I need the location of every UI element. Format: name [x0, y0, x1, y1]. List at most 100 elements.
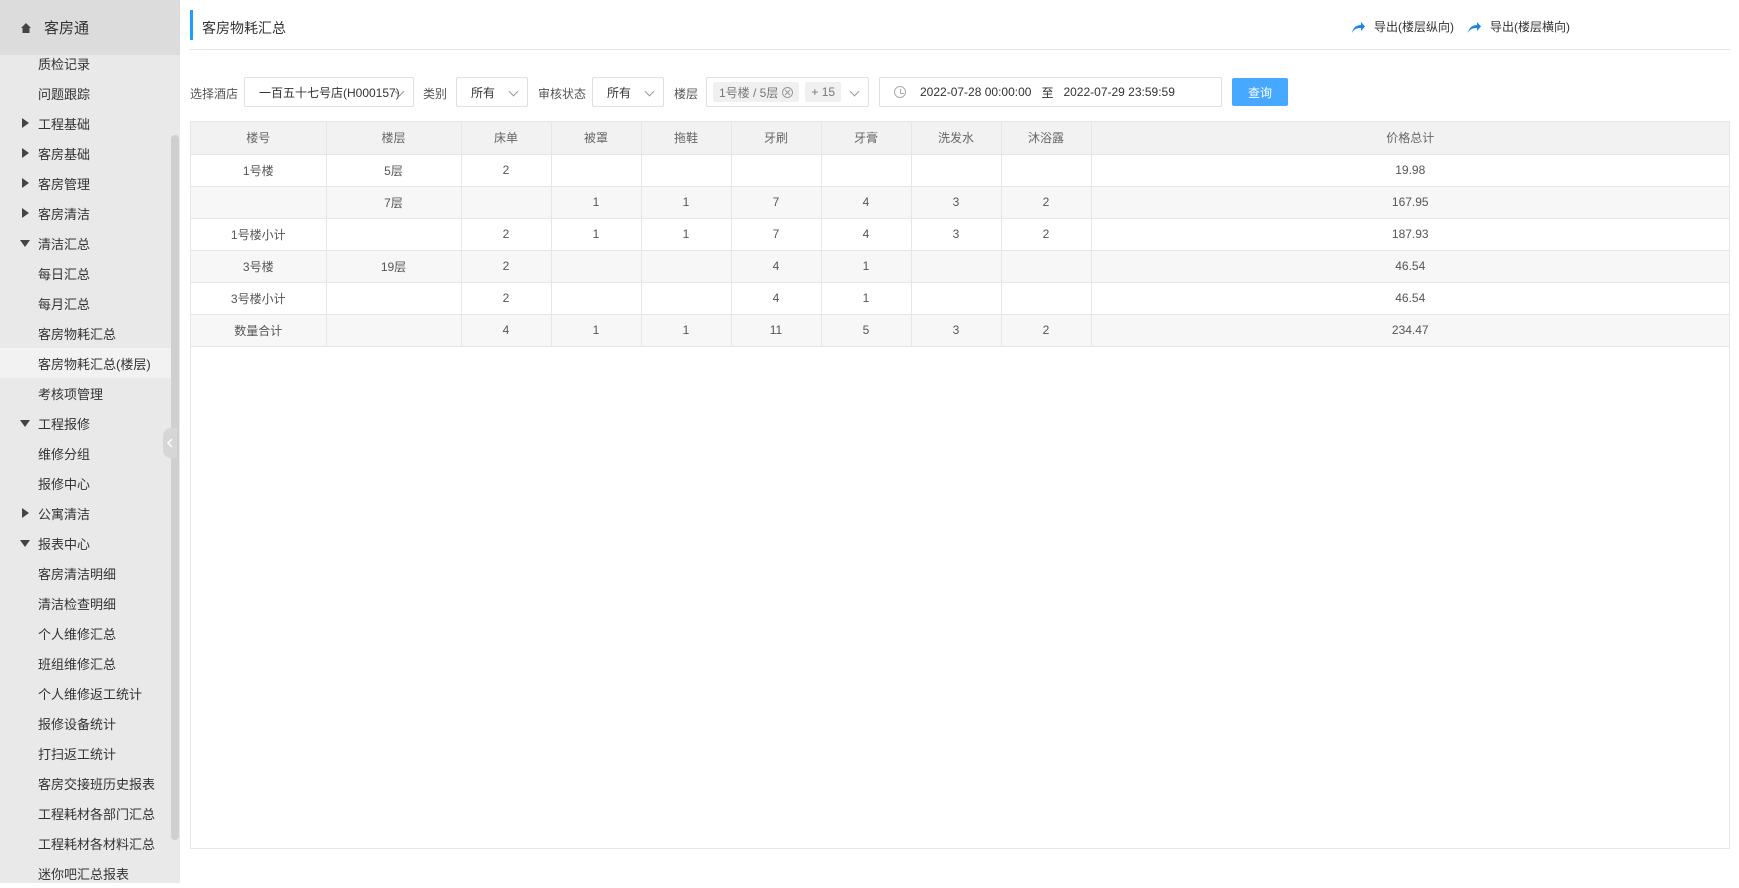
sidebar-item-label: 工程耗材各材料汇总: [38, 836, 156, 852]
table-cell: [191, 186, 327, 219]
table-cell: [821, 154, 912, 187]
table-cell: [641, 282, 732, 315]
table-cell: 3: [911, 314, 1002, 347]
date-end[interactable]: 2022-07-29 23:59:59: [1063, 85, 1174, 99]
column-header[interactable]: 价格总计: [1091, 122, 1729, 155]
page-header: 客房物耗汇总 导出(楼层纵向) 导出(楼层横向): [190, 10, 1730, 50]
export-horizontal-button[interactable]: 导出(楼层横向): [1466, 18, 1570, 35]
sidebar-item[interactable]: 客房物耗汇总(楼层): [0, 348, 172, 378]
sidebar-header[interactable]: 客房通: [0, 0, 180, 55]
sidebar-menu: 质检记录 问题跟踪 工程基础 客房基础 客房管理 客房清洁 清洁汇总 每日汇总 每月汇总 客房物耗…: [0, 48, 172, 888]
column-header[interactable]: 牙刷: [731, 122, 822, 155]
column-header[interactable]: 牙膏: [821, 122, 912, 155]
table-cell: 19.98: [1091, 154, 1729, 187]
table-cell: [911, 250, 1002, 283]
date-range-picker[interactable]: 2022-07-28 00:00:00 至 2022-07-29 23:59:5…: [879, 77, 1222, 107]
sidebar-item-label: 清洁汇总: [38, 236, 91, 252]
sidebar-item[interactable]: 报修中心: [0, 468, 172, 498]
sidebar-item[interactable]: 工程报修: [0, 408, 172, 438]
sidebar-item[interactable]: 考核项管理: [0, 378, 172, 408]
column-header[interactable]: 拖鞋: [641, 122, 732, 155]
sidebar-item[interactable]: 个人维修返工统计: [0, 678, 172, 708]
table-cell: [326, 218, 462, 251]
sidebar: 客房通 质检记录 问题跟踪工程基础客房基础客房管理客房清洁清洁汇总每日汇总每月汇总…: [0, 0, 180, 883]
table-cell: [326, 282, 462, 315]
sidebar-item[interactable]: 客房交接班历史报表: [0, 768, 172, 798]
sidebar-item[interactable]: 每日汇总: [0, 258, 172, 288]
sidebar-item[interactable]: 报表中心: [0, 528, 172, 558]
sidebar-item[interactable]: 清洁检查明细: [0, 588, 172, 618]
sidebar-item[interactable]: 客房基础: [0, 138, 172, 168]
table-cell: 4: [731, 250, 822, 283]
sidebar-item[interactable]: 客房物耗汇总: [0, 318, 172, 348]
table-cell: 7层: [326, 186, 462, 219]
table-cell: 1: [551, 218, 642, 251]
table-cell: [731, 154, 822, 187]
sidebar-item-label: 工程基础: [38, 116, 91, 132]
caret-down-icon: [20, 418, 30, 428]
sidebar-item[interactable]: 质检记录: [0, 48, 172, 78]
table-cell: 1: [551, 314, 642, 347]
hotel-select[interactable]: 一百五十七号店(H000157): [244, 77, 414, 107]
sidebar-item[interactable]: 客房清洁明细: [0, 558, 172, 588]
table-cell: 1号楼: [191, 154, 327, 187]
sidebar-item[interactable]: 问题跟踪: [0, 78, 172, 108]
collapse-sidebar-handle[interactable]: [163, 428, 177, 458]
sidebar-item[interactable]: 每月汇总: [0, 288, 172, 318]
chevron-down-icon: [508, 86, 519, 97]
export-vertical-label: 导出(楼层纵向): [1374, 20, 1454, 34]
table-cell: 167.95: [1091, 186, 1729, 219]
sidebar-scrollbar[interactable]: [171, 135, 179, 840]
sidebar-item-label: 客房管理: [38, 176, 91, 192]
sidebar-item[interactable]: 维修分组: [0, 438, 172, 468]
column-header[interactable]: 楼号: [191, 122, 327, 155]
sidebar-item[interactable]: 客房管理: [0, 168, 172, 198]
table-cell: 3: [911, 218, 1002, 251]
table-cell: 46.54: [1091, 250, 1729, 283]
column-header[interactable]: 床单: [461, 122, 552, 155]
sidebar-item-label: 每日汇总: [38, 266, 91, 282]
sidebar-item[interactable]: 客房清洁: [0, 198, 172, 228]
column-header[interactable]: 洗发水: [911, 122, 1002, 155]
sidebar-item-label: 公寓清洁: [38, 506, 91, 522]
table-cell: [461, 186, 552, 219]
category-select[interactable]: 所有: [456, 77, 528, 107]
sidebar-item[interactable]: 班组维修汇总: [0, 648, 172, 678]
sidebar-item[interactable]: 工程基础: [0, 108, 172, 138]
table-cell: 3: [911, 186, 1002, 219]
close-icon[interactable]: [782, 86, 794, 98]
sidebar-item[interactable]: 工程耗材各材料汇总: [0, 828, 172, 858]
sidebar-item[interactable]: 清洁汇总: [0, 228, 172, 258]
audit-status-select[interactable]: 所有: [592, 77, 664, 107]
table-row: 数量合计 4 1 1 11 5 3 2 234.47: [191, 314, 1729, 347]
table-row: 1号楼小计 2 1 1 7 4 3 2 187.93: [191, 218, 1729, 251]
table-cell: 1: [551, 186, 642, 219]
sidebar-item[interactable]: 报修设备统计: [0, 708, 172, 738]
category-label: 类别: [423, 87, 448, 101]
table-cell: 2: [1001, 218, 1092, 251]
column-header[interactable]: 沐浴露: [1001, 122, 1092, 155]
sidebar-item[interactable]: 公寓清洁: [0, 498, 172, 528]
sidebar-item-label: 报修中心: [38, 476, 91, 492]
floor-multiselect[interactable]: 1号楼 / 5层 + 15: [706, 77, 869, 107]
query-button[interactable]: 查询: [1232, 78, 1288, 106]
app-title: 客房通: [44, 20, 90, 37]
sidebar-item-label: 客房交接班历史报表: [38, 776, 156, 792]
sidebar-item-label: 工程报修: [38, 416, 91, 432]
caret-down-icon: [20, 538, 30, 548]
share-arrow-icon: [1468, 21, 1481, 33]
export-vertical-button[interactable]: 导出(楼层纵向): [1350, 18, 1454, 35]
sidebar-item[interactable]: 打扫返工统计: [0, 738, 172, 768]
date-start[interactable]: 2022-07-28 00:00:00: [920, 85, 1031, 99]
sidebar-item[interactable]: 工程耗材各部门汇总: [0, 798, 172, 828]
table-cell: 2: [1001, 186, 1092, 219]
caret-right-icon: [20, 508, 30, 518]
table-cell: 1: [821, 250, 912, 283]
sidebar-item[interactable]: 迷你吧汇总报表: [0, 858, 172, 888]
column-header[interactable]: 楼层: [326, 122, 462, 155]
sidebar-item[interactable]: 个人维修汇总: [0, 618, 172, 648]
audit-status-label: 审核状态: [538, 87, 587, 101]
column-header[interactable]: 被罩: [551, 122, 642, 155]
table-cell: 19层: [326, 250, 462, 283]
table-cell: 3号楼: [191, 250, 327, 283]
